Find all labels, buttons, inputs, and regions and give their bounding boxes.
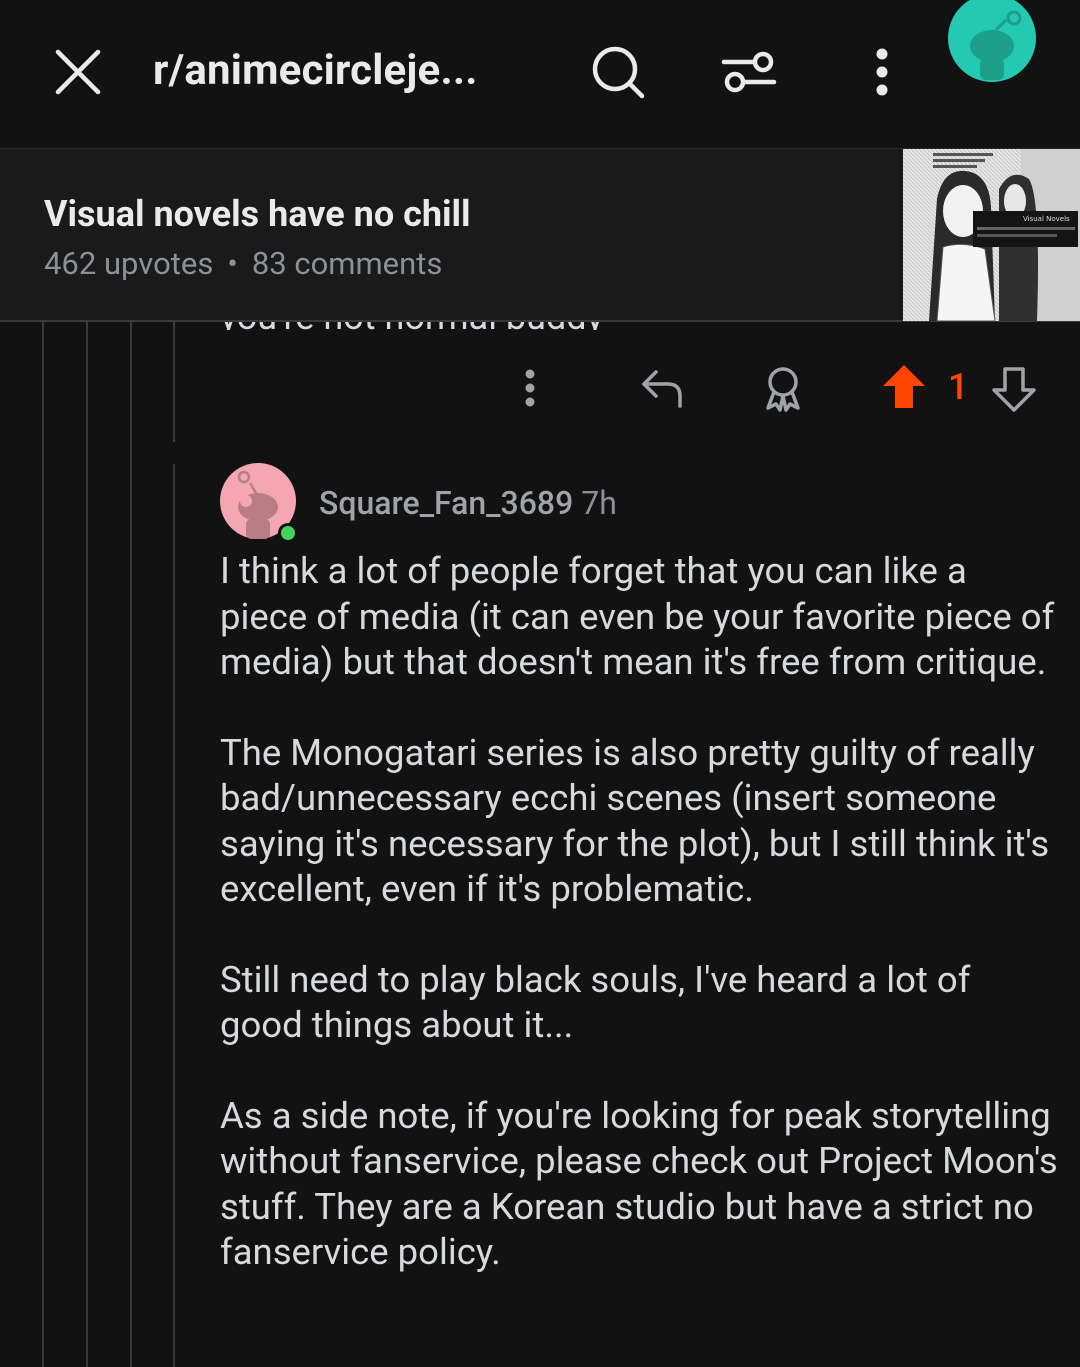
post-title: Visual novels have no chill	[44, 193, 471, 235]
commenter-avatar[interactable]	[220, 463, 300, 543]
downvote-button[interactable]	[990, 364, 1038, 414]
comment-paragraph: As a side note, if you're looking for pe…	[220, 1093, 1058, 1274]
online-status-dot	[281, 526, 295, 540]
upvote-icon	[883, 365, 925, 408]
comment-meta: Square_Fan_3689 7h	[319, 484, 617, 522]
reply-button[interactable]	[638, 364, 686, 412]
snoo-avatar-icon	[948, 0, 1036, 82]
previous-comment-text: you're not normal buddy	[220, 322, 604, 330]
snoo-avatar-icon	[220, 463, 298, 543]
more-options-button[interactable]	[860, 42, 904, 102]
comment-body: I think a lot of people forget that you …	[220, 548, 1060, 1320]
user-avatar[interactable]	[946, 0, 1038, 82]
subreddit-name[interactable]: r/animecircleje...	[153, 46, 478, 95]
comment-paragraph: I think a lot of people forget that you …	[220, 549, 1055, 683]
sort-filter-icon	[721, 51, 777, 93]
downvote-icon	[992, 367, 1036, 412]
search-icon	[592, 46, 645, 99]
thread-line-depth-2[interactable]	[86, 322, 88, 1367]
post-header[interactable]: Visual novels have no chill 462 upvotes •…	[0, 148, 1080, 322]
manga-thumbnail-image: Visual Novels	[903, 149, 1080, 321]
previous-comment-line: you're not normal buddy	[220, 322, 604, 330]
thread-line-depth-4-parent[interactable]	[173, 322, 175, 442]
reply-icon	[642, 370, 682, 408]
comment-paragraph: Still need to play black souls, I've hea…	[220, 957, 971, 1047]
comment-more-button[interactable]	[512, 364, 548, 412]
search-button[interactable]	[588, 42, 648, 102]
post-thumbnail[interactable]: Visual Novels	[903, 149, 1080, 321]
close-button[interactable]	[50, 44, 106, 100]
upvote-button[interactable]	[880, 362, 928, 412]
post-meta: 462 upvotes • 83 comments	[44, 245, 442, 282]
thread-line-depth-3[interactable]	[130, 322, 132, 1367]
more-vertical-icon	[525, 369, 535, 407]
award-icon	[766, 367, 800, 412]
top-app-bar: r/animecircleje...	[0, 0, 1080, 148]
comment-paragraph: The Monogatari series is also pretty gui…	[220, 730, 1050, 911]
svg-text:Visual Novels: Visual Novels	[1023, 215, 1070, 223]
vote-count: 1	[948, 366, 969, 408]
thread-line-depth-4[interactable]	[173, 464, 175, 1367]
more-vertical-icon	[876, 48, 888, 96]
comment-username[interactable]: Square_Fan_3689	[319, 484, 573, 522]
sort-filter-button[interactable]	[718, 42, 780, 102]
meta-separator: •	[227, 245, 238, 282]
comment-count: 83 comments	[251, 245, 443, 282]
comment-timestamp: 7h	[581, 484, 617, 522]
thread-line-depth-1[interactable]	[42, 322, 44, 1367]
close-icon	[55, 49, 101, 95]
upvote-count: 462 upvotes	[44, 245, 214, 282]
award-button[interactable]	[758, 362, 808, 414]
